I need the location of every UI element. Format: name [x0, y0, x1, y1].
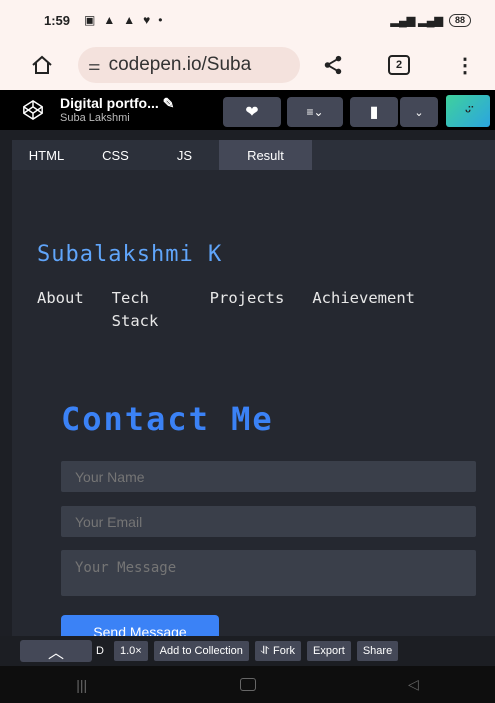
recent-apps-icon[interactable]: ||| — [76, 677, 87, 693]
result-preview: Subalakshmi K About Tech Stack Projects … — [12, 170, 495, 636]
editor-tabs: HTML CSS JS Result — [12, 140, 495, 170]
tab-html[interactable]: HTML — [12, 140, 81, 170]
url-text: codepen.io/Suba — [108, 54, 252, 75]
tab-result[interactable]: Result — [219, 140, 312, 170]
bookmark-button[interactable]: ▮ — [350, 97, 398, 127]
news-icon: ▣ — [84, 13, 96, 27]
fork-button[interactable]: ⥯ Fork — [254, 641, 302, 661]
layout-icon: ≡⌄ — [306, 105, 324, 119]
browser-toolbar: ⚌ codepen.io/Suba 2 ⋮ — [0, 40, 495, 90]
layout-button[interactable]: ≡⌄ — [287, 97, 343, 127]
system-nav-bar: ||| ◁ — [0, 666, 495, 703]
more-menu-icon[interactable]: ⋮ — [455, 53, 475, 78]
site-nav: About Tech Stack Projects Achievement — [37, 287, 443, 333]
back-icon[interactable]: ◁ — [408, 676, 419, 693]
send-message-button[interactable]: Send Message — [61, 615, 219, 636]
contact-heading: Contact Me — [61, 400, 274, 438]
notification-icon: ▲ — [123, 13, 136, 27]
chevron-up-icon[interactable]: ︿ — [20, 640, 92, 662]
home-icon[interactable] — [30, 53, 54, 77]
dot-icon: • — [158, 13, 163, 27]
nav-link-achievement[interactable]: Achievement — [312, 287, 415, 333]
site-settings-icon[interactable]: ⚌ — [88, 57, 101, 74]
zoom-button[interactable]: 1.0× — [113, 641, 148, 661]
codepen-logo-icon[interactable] — [22, 99, 44, 121]
nav-link-tech-stack[interactable]: Tech Stack — [112, 287, 182, 333]
add-to-collection-button[interactable]: Add to Collection — [153, 641, 249, 661]
share-icon[interactable] — [322, 54, 344, 76]
email-field[interactable] — [61, 506, 476, 537]
address-bar[interactable]: ⚌ codepen.io/Suba — [78, 47, 300, 83]
bookmark-icon: ▮ — [369, 104, 379, 121]
message-field[interactable] — [61, 550, 476, 596]
edit-pencil-icon[interactable]: ✎ — [163, 95, 175, 111]
site-owner-name: Subalakshmi K — [37, 242, 223, 267]
fork-icon: ⥯ — [260, 644, 270, 657]
tab-switcher-button[interactable]: 2 — [388, 55, 410, 75]
share-button[interactable]: Share — [356, 641, 399, 661]
battery-icon: 88 — [448, 13, 471, 27]
pen-title[interactable]: Digital portfo... ✎ — [60, 95, 174, 112]
like-button[interactable]: ❤ — [223, 97, 281, 127]
pen-author[interactable]: Suba Lakshmi — [60, 112, 174, 125]
fork-label: Fork — [273, 645, 296, 657]
clock: 1:59 — [44, 12, 71, 28]
bookmark-dropdown-button[interactable]: ⌄ — [400, 97, 438, 127]
signal-icon: ▂▄▆ ▂▄▆ — [390, 14, 443, 27]
tab-css[interactable]: CSS — [81, 140, 150, 170]
tab-js[interactable]: JS — [150, 140, 219, 170]
status-bar: 1:59 ▣ ▲ ▲ ♥ • ▂▄▆ ▂▄▆ 88 — [0, 0, 495, 40]
home-button-icon[interactable] — [239, 678, 256, 691]
heart-icon: ♥ — [143, 13, 151, 27]
notification-icons: ▣ ▲ ▲ ♥ • — [84, 13, 162, 27]
console-button[interactable]: D — [92, 641, 108, 661]
avatar[interactable]: ᵕ̈ — [446, 95, 490, 127]
notification-icon: ▲ — [103, 13, 116, 27]
heart-icon: ❤ — [245, 104, 259, 121]
export-button[interactable]: Export — [307, 641, 351, 661]
nav-link-projects[interactable]: Projects — [210, 287, 285, 333]
chevron-down-icon: ⌄ — [414, 106, 424, 119]
nav-link-about[interactable]: About — [37, 287, 84, 333]
name-field[interactable] — [61, 461, 476, 492]
